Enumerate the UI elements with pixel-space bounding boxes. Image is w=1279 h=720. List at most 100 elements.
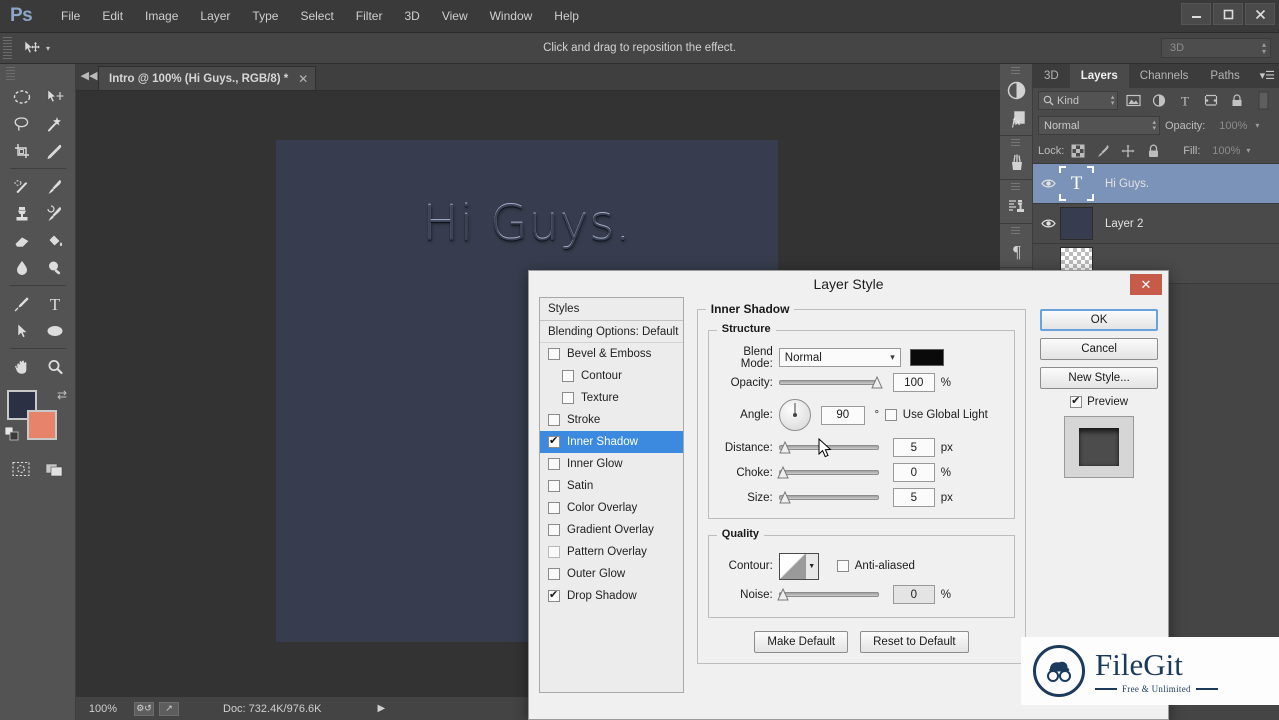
preview-checkbox[interactable]	[1070, 394, 1083, 408]
menu-type[interactable]: Type	[241, 0, 289, 33]
choke-input[interactable]: 0	[892, 463, 935, 482]
layer-blend-mode-select[interactable]: Normal ▴ ▾	[1038, 116, 1160, 135]
style-checkbox-color-overlay[interactable]	[548, 502, 560, 514]
size-slider[interactable]	[778, 490, 879, 505]
style-item-gradient-overlay[interactable]: Gradient Overlay	[540, 519, 683, 541]
style-item-color-overlay[interactable]: Color Overlay	[540, 497, 683, 519]
fill-caret-icon[interactable]: ▾	[1246, 146, 1250, 155]
tool-move[interactable]	[38, 83, 71, 110]
style-item-inner-glow[interactable]: Inner Glow	[540, 453, 683, 475]
tool-pen[interactable]	[5, 290, 38, 317]
adjustments-icon[interactable]	[1000, 76, 1033, 104]
tool-crop[interactable]	[5, 137, 38, 164]
close-button[interactable]	[1245, 3, 1275, 25]
menu-image[interactable]: Image	[134, 0, 189, 33]
menu-filter[interactable]: Filter	[345, 0, 394, 33]
fill-value[interactable]: 100%	[1203, 142, 1243, 159]
swap-colors-icon[interactable]: ⇄	[57, 388, 67, 402]
blending-options-item[interactable]: Blending Options: Default	[540, 321, 683, 343]
menu-select[interactable]: Select	[289, 0, 344, 33]
background-color-swatch[interactable]	[27, 410, 57, 440]
pixel-filter-icon[interactable]	[1122, 91, 1144, 110]
menu-edit[interactable]: Edit	[91, 0, 134, 33]
tool-marquee-elliptical[interactable]	[5, 83, 38, 110]
style-item-satin[interactable]: Satin	[540, 475, 683, 497]
style-item-stroke[interactable]: Stroke	[540, 409, 683, 431]
style-item-inner-shadow[interactable]: Inner Shadow	[540, 431, 683, 453]
opacity-value[interactable]: 100%	[1210, 117, 1250, 134]
filter-toggle-switch[interactable]	[1252, 91, 1274, 110]
tool-eraser[interactable]	[5, 227, 38, 254]
dialog-close-button[interactable]: ✕	[1130, 274, 1162, 295]
screen-mode-button[interactable]	[38, 456, 71, 482]
dock-grip-4[interactable]	[1011, 227, 1020, 235]
style-checkbox-texture[interactable]	[562, 392, 574, 404]
maximize-button[interactable]	[1213, 3, 1243, 25]
menu-help[interactable]: Help	[543, 0, 590, 33]
anti-aliased-option[interactable]: Anti-aliased	[836, 560, 915, 572]
dialog-title-bar[interactable]: Layer Style ✕	[529, 271, 1168, 297]
style-checkbox-inner-glow[interactable]	[548, 458, 560, 470]
layer-row-hi-guys[interactable]: T Hi Guys.	[1033, 164, 1279, 204]
layer-thumbnail-text[interactable]: T	[1059, 166, 1094, 201]
panel-menu-icon[interactable]: ▾☰	[1260, 69, 1275, 82]
tool-lasso[interactable]	[5, 110, 38, 137]
tool-path-selection[interactable]	[5, 317, 38, 344]
size-input[interactable]: 5	[892, 488, 935, 507]
tab-3d[interactable]: 3D	[1033, 64, 1070, 88]
tool-magic-wand[interactable]	[38, 110, 71, 137]
choke-slider-knob[interactable]	[776, 465, 789, 479]
style-item-outer-glow[interactable]: Outer Glow	[540, 563, 683, 585]
tool-paint-bucket[interactable]	[38, 227, 71, 254]
style-item-bevel-emboss[interactable]: Bevel & Emboss	[540, 343, 683, 365]
preferences-icon[interactable]: ⚙↺	[134, 701, 154, 716]
layer-visibility-toggle-2[interactable]	[1036, 218, 1060, 229]
style-checkbox-outer-glow[interactable]	[548, 568, 560, 580]
distance-input[interactable]: 5	[892, 438, 935, 457]
lock-position-icon[interactable]	[1117, 142, 1139, 160]
use-global-light-option[interactable]: Use Global Light	[884, 409, 988, 421]
paragraph-icon[interactable]: ¶	[1000, 236, 1033, 264]
style-checkbox-bevel-emboss[interactable]	[548, 348, 560, 360]
lock-all-icon[interactable]	[1142, 142, 1164, 160]
tool-spot-healing-brush[interactable]	[5, 173, 38, 200]
menu-layer[interactable]: Layer	[189, 0, 241, 33]
style-item-drop-shadow[interactable]: Drop Shadow	[540, 585, 683, 607]
shadow-blend-mode-select[interactable]: Normal ▾	[778, 348, 901, 367]
share-icon[interactable]: ↗	[159, 701, 179, 716]
default-colors-icon[interactable]	[4, 426, 19, 446]
styles-fx-icon[interactable]: fx	[1000, 104, 1033, 132]
canvas-text-layer[interactable]: Hi Guys.	[276, 196, 778, 252]
angle-input[interactable]: 90	[820, 405, 865, 425]
style-checkbox-inner-shadow[interactable]	[548, 434, 560, 448]
style-checkbox-pattern-overlay[interactable]	[548, 546, 560, 558]
type-filter-icon[interactable]: T	[1174, 91, 1196, 110]
zoom-level[interactable]: 100%	[76, 703, 130, 715]
noise-slider-knob[interactable]	[776, 587, 789, 601]
choke-slider[interactable]	[776, 465, 879, 480]
lock-image-icon[interactable]	[1092, 142, 1114, 160]
style-checkbox-contour[interactable]	[562, 370, 574, 382]
tool-blur[interactable]	[5, 254, 38, 281]
tool-eyedropper[interactable]	[38, 137, 71, 164]
tool-ellipse-shape[interactable]	[38, 317, 71, 344]
distance-slider-knob[interactable]	[778, 440, 791, 454]
tool-dodge[interactable]	[38, 254, 71, 281]
menu-file[interactable]: File	[50, 0, 91, 33]
layer-visibility-toggle-1[interactable]	[1036, 178, 1060, 189]
noise-input[interactable]: 0	[892, 585, 935, 604]
anti-aliased-checkbox[interactable]	[836, 560, 849, 572]
brushes-icon[interactable]	[1000, 148, 1033, 176]
opacity-slider-knob[interactable]	[870, 375, 883, 389]
menu-view[interactable]: View	[431, 0, 479, 33]
layer-name-1[interactable]: Hi Guys.	[1105, 178, 1149, 190]
opacity-slider[interactable]	[778, 375, 883, 390]
quick-mask-button[interactable]	[5, 456, 38, 482]
dock-grip-2[interactable]	[1011, 139, 1020, 147]
tab-layers[interactable]: Layers	[1069, 64, 1129, 88]
tool-zoom[interactable]	[38, 353, 71, 380]
use-global-light-checkbox[interactable]	[884, 409, 897, 421]
tab-paths[interactable]: Paths	[1199, 64, 1250, 88]
layer-name-2[interactable]: Layer 2	[1105, 218, 1143, 230]
size-slider-knob[interactable]	[778, 490, 791, 504]
